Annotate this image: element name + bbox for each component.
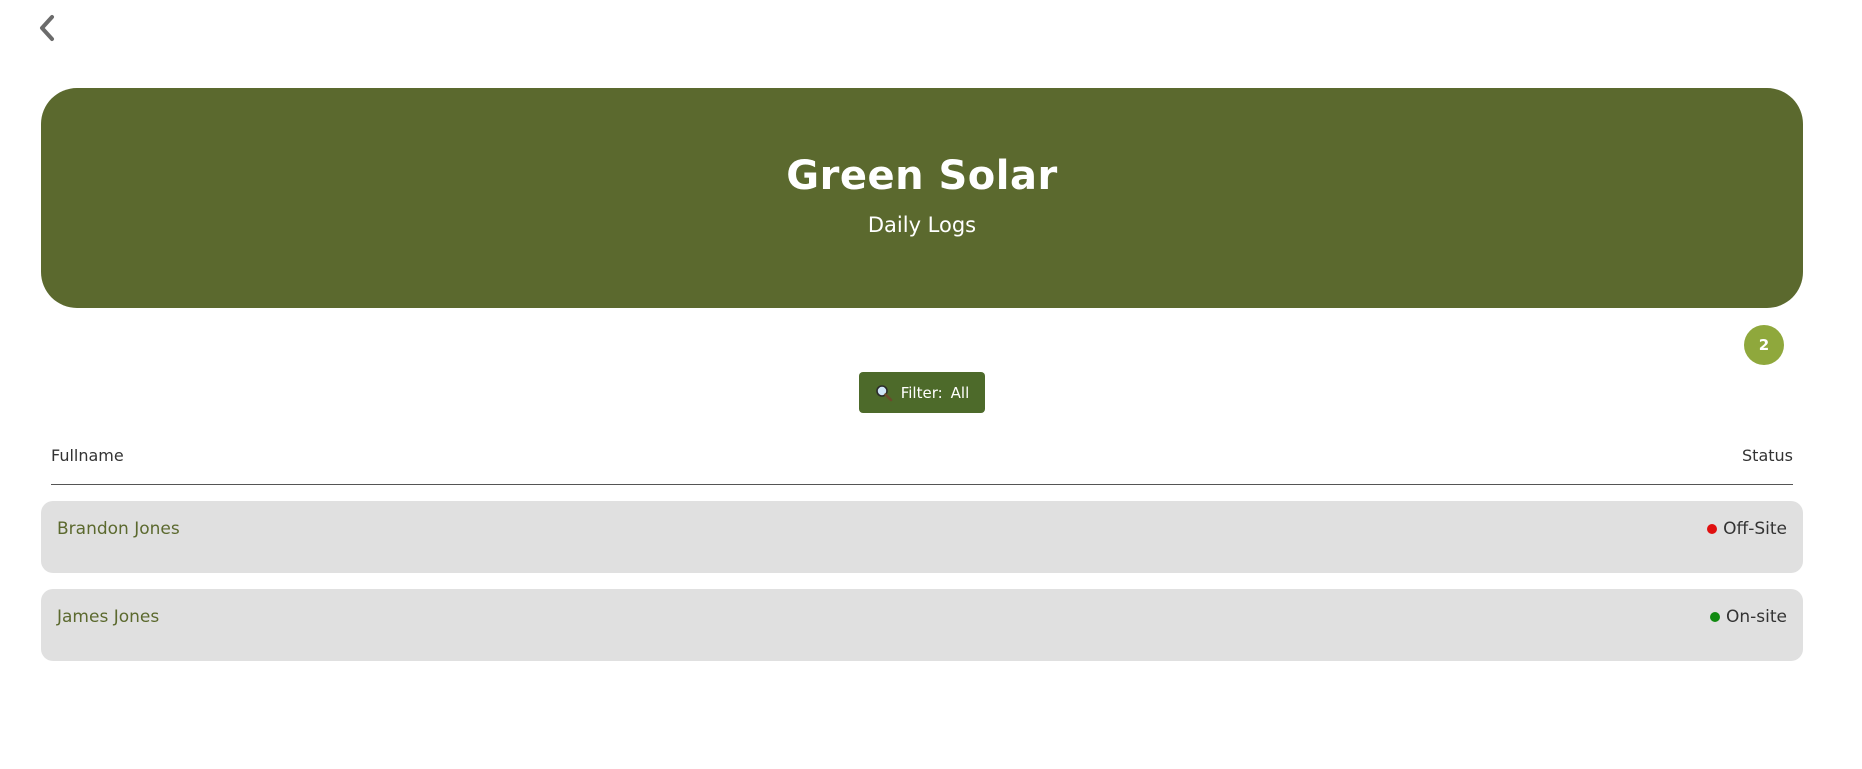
- table-row[interactable]: Brandon Jones Off-Site: [41, 501, 1803, 573]
- row-fullname: Brandon Jones: [57, 519, 180, 539]
- magnifier-icon: [875, 384, 893, 401]
- header-banner: Green Solar Daily Logs: [41, 88, 1803, 308]
- page-title: Green Solar: [786, 153, 1058, 199]
- filter-button[interactable]: Filter: All: [859, 372, 985, 413]
- status-dot-icon: [1710, 612, 1720, 622]
- table-header: Fullname Status: [51, 440, 1793, 485]
- row-fullname: James Jones: [57, 607, 160, 627]
- row-status: Off-Site: [1707, 519, 1787, 539]
- count-badge: 2: [1744, 325, 1784, 365]
- chevron-left-icon: [40, 15, 54, 41]
- page-subtitle: Daily Logs: [867, 213, 977, 237]
- filter-label: Filter:: [900, 383, 943, 402]
- page: Green Solar Daily Logs 2 Filter: All Ful…: [0, 0, 1862, 769]
- back-button[interactable]: [34, 12, 60, 44]
- row-status: On-site: [1710, 607, 1787, 627]
- column-header-fullname: Fullname: [51, 446, 124, 465]
- status-label: Off-Site: [1723, 519, 1787, 539]
- status-dot-icon: [1707, 524, 1718, 534]
- table-row[interactable]: James Jones On-site: [41, 589, 1803, 661]
- filter-value: All: [950, 383, 970, 402]
- column-header-status: Status: [1742, 446, 1793, 465]
- status-label: On-site: [1726, 607, 1787, 627]
